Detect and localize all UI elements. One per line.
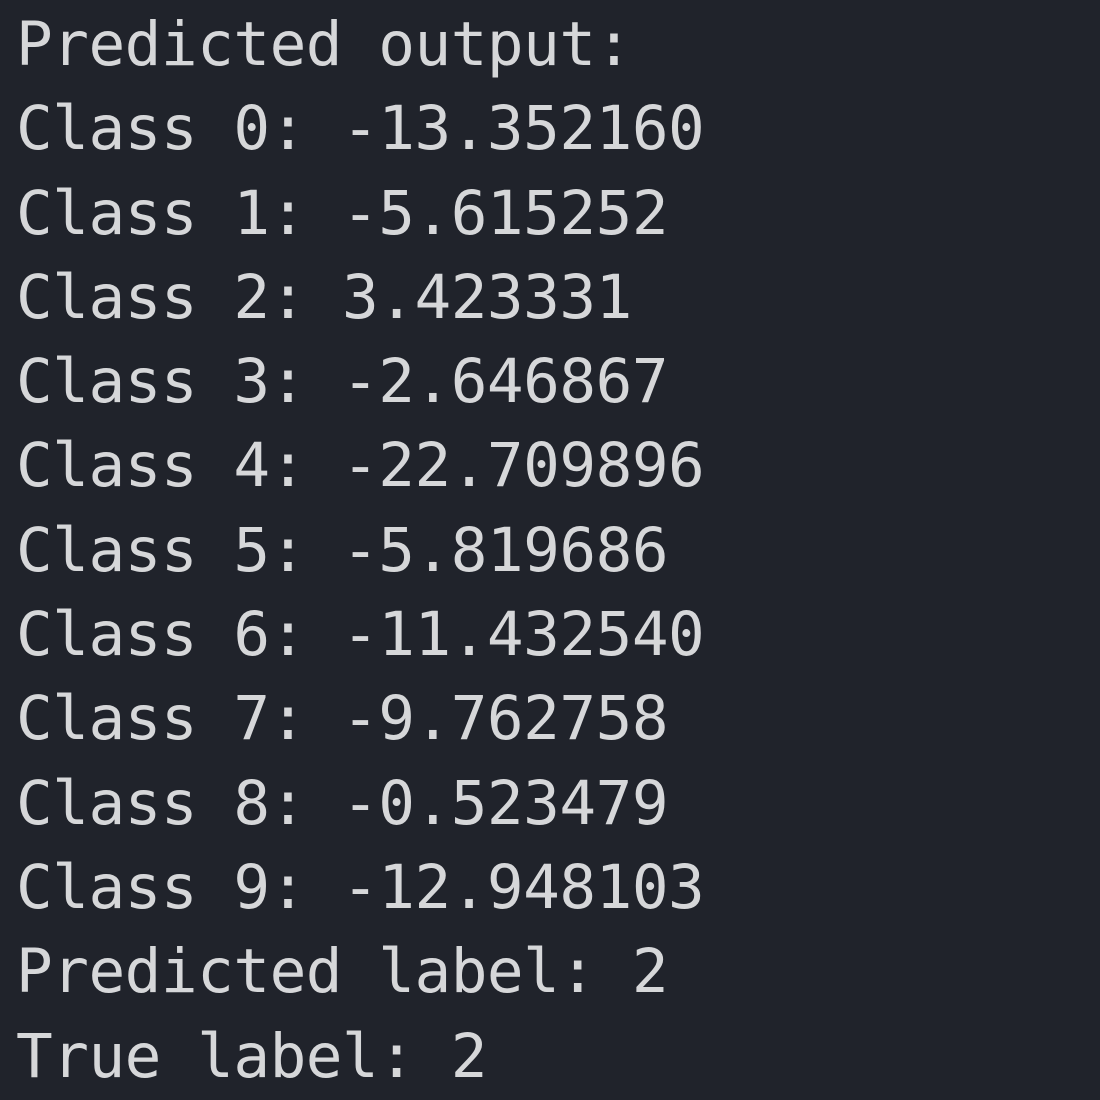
true-label-line: True label: 2 [16, 1020, 487, 1092]
class-score-line-4: Class 4: -22.709896 [16, 430, 705, 502]
class-score-line-9: Class 9: -12.948103 [16, 851, 705, 923]
class-score-line-5: Class 5: -5.819686 [16, 514, 669, 586]
terminal-output: Predicted output: Class 0: -13.352160 Cl… [0, 0, 1100, 1100]
class-score-line-6: Class 6: -11.432540 [16, 599, 705, 671]
class-score-line-8: Class 8: -0.523479 [16, 767, 669, 839]
output-header: Predicted output: [16, 9, 632, 80]
class-score-line-3: Class 3: -2.646867 [16, 346, 669, 418]
class-score-line-7: Class 7: -9.762758 [16, 683, 669, 755]
class-score-line-0: Class 0: -13.352160 [16, 93, 705, 165]
predicted-label-line: Predicted label: 2 [16, 936, 669, 1008]
class-score-line-2: Class 2: 3.423331 [16, 261, 632, 333]
class-score-line-1: Class 1: -5.615252 [16, 177, 669, 249]
